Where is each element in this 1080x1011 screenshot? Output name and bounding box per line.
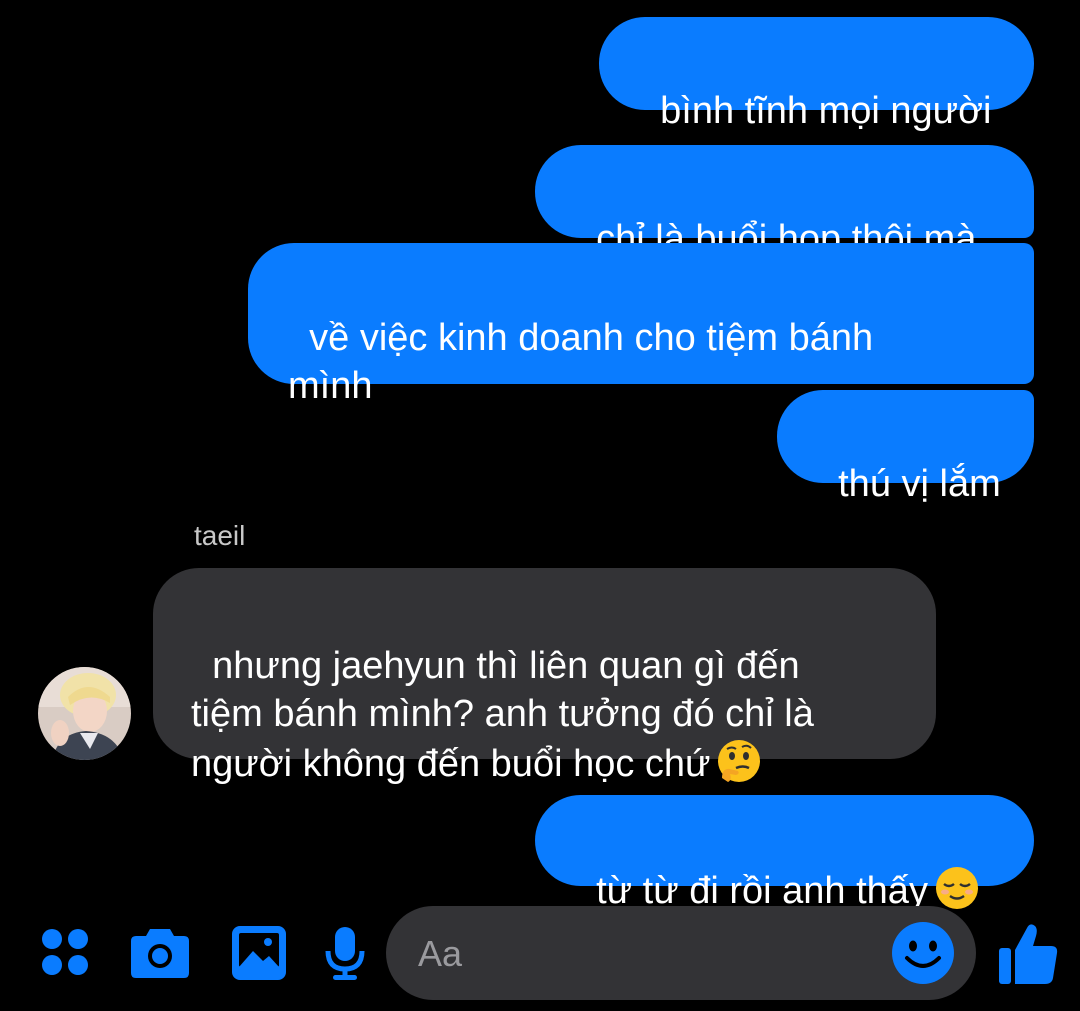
message-bubble-outgoing[interactable]: bình tĩnh mọi người (599, 17, 1034, 132)
gallery-icon[interactable] (231, 925, 287, 981)
message-bubble-outgoing[interactable]: về việc kinh doanh cho tiệm bánh mình (248, 243, 1034, 407)
camera-icon[interactable] (130, 925, 190, 979)
sender-name: taeil (194, 520, 246, 551)
message-text: thú vị lắm (838, 463, 1001, 505)
message-input[interactable] (416, 928, 880, 980)
avatar[interactable] (38, 667, 131, 760)
like-icon[interactable] (997, 920, 1059, 986)
message-bubble-incoming[interactable]: nhưng jaehyun thì liên quan gì đến tiệm … (153, 568, 936, 785)
emoji-icon[interactable] (892, 922, 954, 984)
message-composer[interactable] (386, 906, 976, 1000)
microphone-icon[interactable] (325, 925, 365, 981)
message-text: về việc kinh doanh cho tiệm bánh mình (288, 317, 874, 407)
relieved-face-emoji-icon (934, 865, 980, 911)
apps-icon[interactable] (40, 927, 90, 977)
message-text: bình tĩnh mọi người (660, 90, 992, 132)
message-bubble-outgoing[interactable]: từ từ đi rồi anh thấy (535, 795, 1034, 912)
message-bubble-outgoing[interactable]: chỉ là buổi họp thôi mà (535, 145, 1034, 260)
message-bubble-outgoing[interactable]: thú vị lắm (777, 390, 1034, 505)
thinking-face-emoji-icon (716, 738, 762, 784)
